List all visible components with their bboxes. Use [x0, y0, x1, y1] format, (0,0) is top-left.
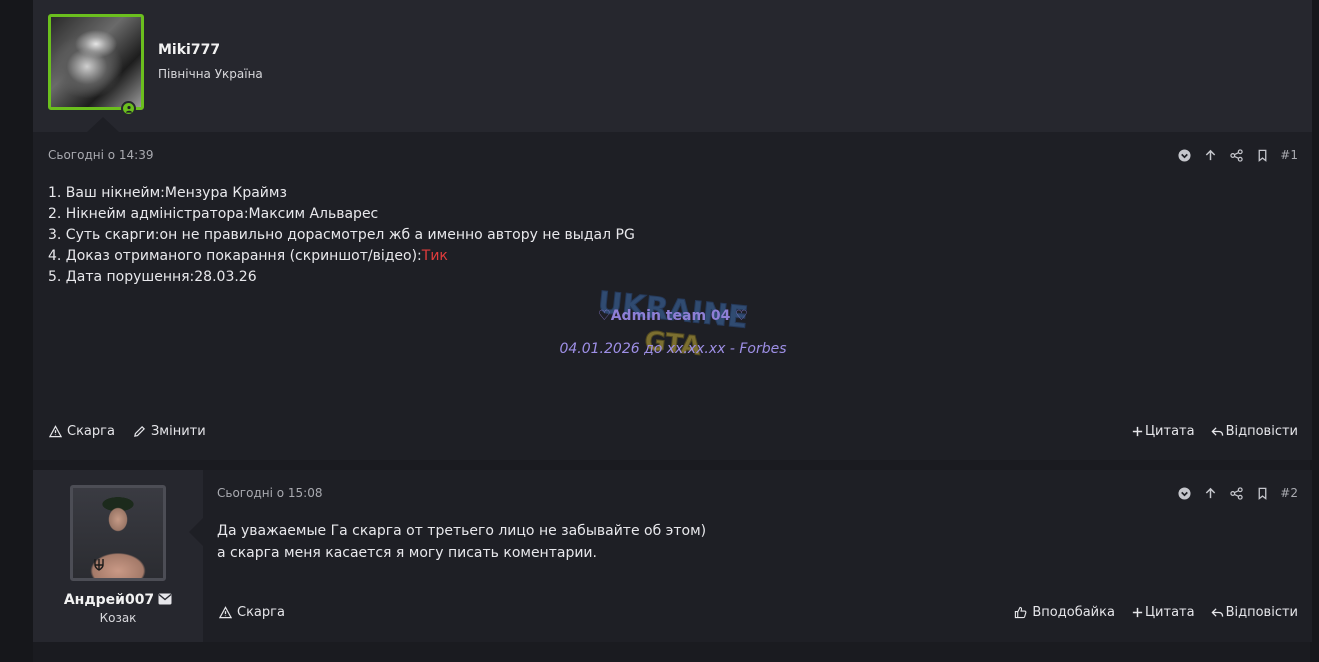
trident-icon: [94, 559, 104, 571]
avatar[interactable]: [70, 485, 166, 581]
body-line: 4. Доказ отриманого покарання (скриншот/…: [48, 248, 448, 264]
header-pointer: [87, 117, 119, 132]
plus-icon: [1132, 607, 1143, 618]
post-tools: #2: [1171, 484, 1298, 502]
username-row: Андрей007: [33, 592, 203, 608]
plus-icon: [1132, 426, 1143, 437]
post-date[interactable]: Сьогодні о 15:08: [217, 486, 322, 500]
thumbs-up-icon: [1015, 606, 1027, 619]
reply-icon: [1211, 608, 1223, 617]
like-button[interactable]: Вподобайка: [1014, 605, 1115, 620]
chevron-down-circle-icon[interactable]: [1171, 484, 1197, 502]
signature-title: ♡Admin team 04 ♡: [598, 308, 748, 324]
evidence-link[interactable]: Тик: [422, 248, 448, 264]
report-button[interactable]: Скарга: [49, 424, 115, 439]
body-line: 2. Нікнейм адміністратора:Максим Альваре…: [48, 206, 379, 222]
quote-button[interactable]: Цитата: [1131, 424, 1195, 439]
quote-button[interactable]: Цитата: [1131, 605, 1195, 620]
post-actions-right: Цитата Відповісти: [1131, 424, 1298, 439]
post-body: 1. Ваш нікнейм:Мензура Краймз 2. Нікнейм…: [48, 183, 635, 288]
body-line: 5. Дата порушення:28.03.26: [48, 269, 257, 285]
post-date[interactable]: Сьогодні о 14:39: [48, 148, 153, 162]
page-left-gutter: [0, 0, 33, 662]
arrow-up-icon[interactable]: [1197, 484, 1223, 502]
reply-button[interactable]: Відповісти: [1211, 424, 1298, 439]
body-line: а скарга меня касается я могу писать ком…: [217, 545, 597, 561]
body-line: 3. Суть скарги:он не правильно дорасмотр…: [48, 227, 635, 243]
username[interactable]: Андрей007: [64, 592, 154, 608]
post-2-user-sidebar: Андрей007 Козак: [33, 470, 203, 642]
user-title: Північна Україна: [158, 67, 263, 81]
chevron-down-circle-icon[interactable]: [1171, 146, 1197, 164]
avatar[interactable]: [48, 14, 144, 110]
post-tools: #1: [1171, 146, 1298, 164]
bookmark-icon[interactable]: [1249, 146, 1275, 164]
post-actions-left: Скарга Змінити: [49, 424, 206, 439]
post-actions-left: Скарга: [219, 605, 285, 620]
reply-button[interactable]: Відповісти: [1211, 605, 1298, 620]
mail-icon[interactable]: [158, 593, 172, 605]
post-actions-right: Вподобайка Цитата Відповісти: [1014, 605, 1298, 620]
warning-icon: [219, 606, 232, 619]
post-body: Да уважаемые Га скарга от третьего лицо …: [217, 520, 706, 564]
post-1-user-header: Miki777 Північна Україна: [33, 0, 1312, 132]
warning-icon: [49, 425, 62, 438]
post-2: Андрей007 Козак Сьогодні о 15:08 #2 Да у…: [33, 470, 1312, 642]
online-status-icon: [121, 101, 136, 116]
edit-button[interactable]: Змінити: [133, 424, 206, 439]
post-number[interactable]: #2: [1280, 486, 1298, 500]
signature-subtitle: 04.01.2026 до xx.xx.xx - Forbes: [559, 341, 787, 357]
username[interactable]: Miki777: [158, 42, 220, 58]
sidebar-pointer: [189, 518, 203, 546]
pencil-icon: [134, 426, 145, 437]
bookmark-icon[interactable]: [1249, 484, 1275, 502]
post-1: Miki777 Північна Україна Сьогодні о 14:3…: [33, 0, 1312, 460]
body-line: Да уважаемые Га скарга от третьего лицо …: [217, 523, 707, 539]
user-title: Козак: [99, 611, 137, 625]
share-icon[interactable]: [1223, 484, 1249, 502]
arrow-up-icon[interactable]: [1197, 146, 1223, 164]
report-button[interactable]: Скарга: [219, 605, 285, 620]
post-number[interactable]: #1: [1280, 148, 1298, 162]
ukraine-gta-logo: UKRAINE GTA: [596, 286, 751, 362]
reply-icon: [1211, 427, 1223, 436]
signature: UKRAINE GTA ♡Admin team 04 ♡ 04.01.2026 …: [533, 286, 813, 376]
body-line: 1. Ваш нікнейм:Мензура Краймз: [48, 185, 287, 201]
share-icon[interactable]: [1223, 146, 1249, 164]
